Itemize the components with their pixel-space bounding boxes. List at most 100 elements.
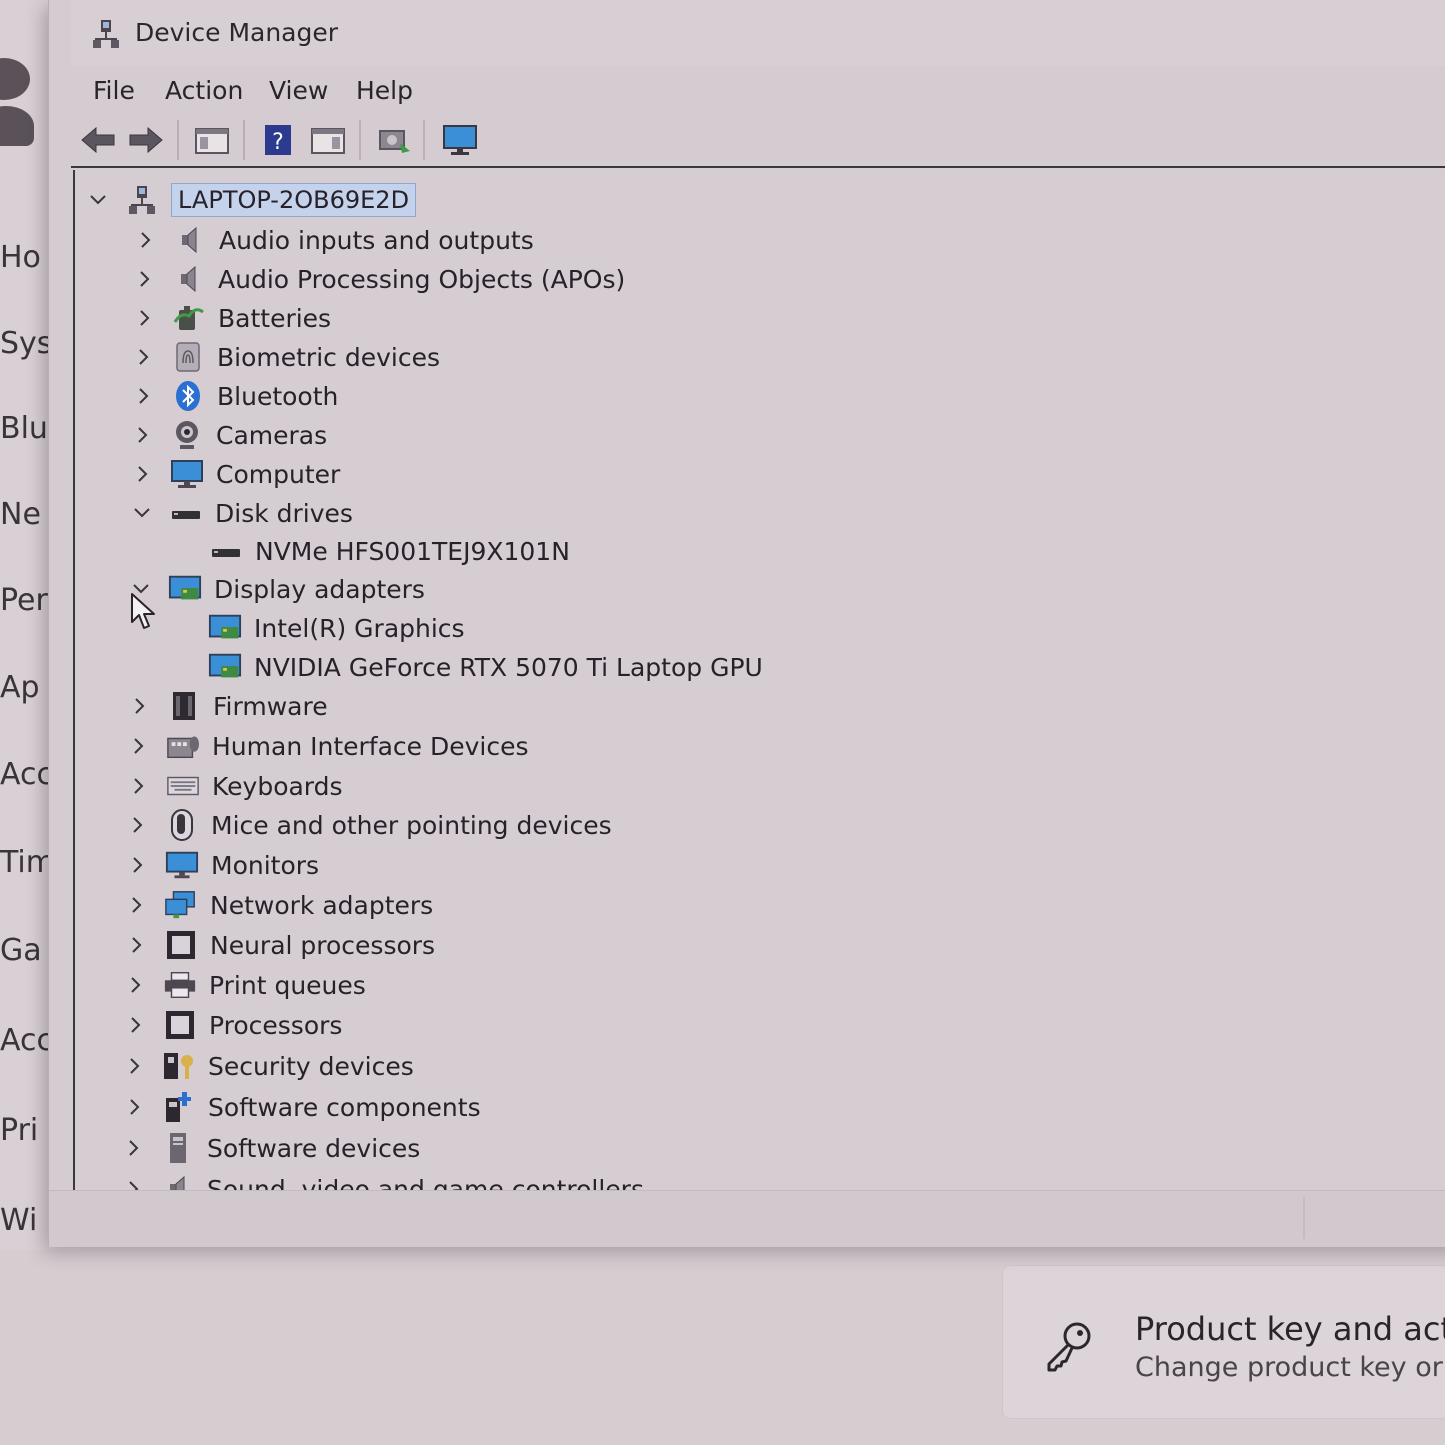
tree-category-label[interactable]: Display adapters [214,575,425,604]
tree-category[interactable]: Mice and other pointing devices [125,807,612,843]
chevron-right-icon[interactable] [126,733,152,759]
tree-device[interactable]: NVIDIA GeForce RTX 5070 Ti Laptop GPU [208,649,763,685]
settings-nav-item[interactable]: Wi [0,1203,37,1238]
chevron-right-icon[interactable] [121,1135,147,1161]
settings-nav-item[interactable]: Acc [0,757,53,792]
tree-device[interactable]: NVMe HFS001TEJ9X101N [209,533,570,569]
tree-device-label[interactable]: NVMe HFS001TEJ9X101N [255,537,570,566]
tree-category-label[interactable]: Neural processors [210,931,435,960]
tree-category-label[interactable]: Software components [208,1093,481,1122]
tree-category-label[interactable]: Disk drives [215,499,353,528]
chevron-right-icon[interactable] [122,1094,148,1120]
tree-category[interactable]: Neural processors [124,927,435,963]
chevron-right-icon[interactable] [124,932,150,958]
tree-category[interactable]: Network adapters [124,887,433,923]
tree-category-label[interactable]: Cameras [216,421,327,450]
tree-category[interactable]: Monitors [125,847,319,883]
chevron-right-icon[interactable] [121,1176,147,1190]
tree-category[interactable]: Software devices [121,1130,420,1166]
tree-category-label[interactable]: Audio Processing Objects (APOs) [218,265,625,294]
avatar[interactable] [0,58,36,146]
tree-device-label[interactable]: Intel(R) Graphics [254,614,465,643]
tree-category-label[interactable]: Sound, video and game controllers [207,1175,644,1191]
chevron-right-icon[interactable] [125,852,151,878]
tree-category-label[interactable]: Processors [209,1011,342,1040]
tree-category[interactable]: Print queues [123,967,366,1003]
tree-root-label[interactable]: LAPTOP-2OB69E2D [171,183,417,217]
settings-nav-item[interactable]: Ho [0,240,41,275]
menu-help[interactable]: Help [356,76,413,105]
monitor-button[interactable] [439,120,481,160]
chevron-right-icon[interactable] [127,693,153,719]
menu-file[interactable]: File [93,76,135,105]
tree-category-label[interactable]: Print queues [209,971,366,1000]
chevron-right-icon[interactable] [130,461,156,487]
chevron-right-icon[interactable] [125,812,151,838]
tree-category[interactable]: Firmware [127,688,328,724]
menu-action[interactable]: Action [165,76,243,105]
tree-category-label[interactable]: Network adapters [210,891,433,920]
tree-device[interactable]: Intel(R) Graphics [208,610,465,646]
tree-category[interactable]: Disk drives [129,495,353,531]
settings-nav-item[interactable]: Per [0,583,48,618]
tree-category[interactable]: Audio Processing Objects (APOs) [132,261,625,297]
tree-category[interactable]: Computer [130,456,340,492]
chevron-right-icon[interactable] [123,1012,149,1038]
tree-category[interactable]: Keyboards [126,768,343,804]
tree-category-label[interactable]: Biometric devices [217,343,440,372]
forward-button[interactable] [125,120,167,160]
properties-pane-button[interactable] [307,120,349,160]
chevron-right-icon[interactable] [130,422,156,448]
settings-nav-item[interactable]: Tim [0,845,55,880]
chevron-right-icon[interactable] [122,1053,148,1079]
tree-category[interactable]: Audio inputs and outputs [133,222,534,258]
settings-nav-item[interactable]: Blu [0,411,48,446]
tree-category-label[interactable]: Bluetooth [217,382,338,411]
settings-nav-item[interactable]: Acc [0,1023,53,1058]
chevron-right-icon[interactable] [124,892,150,918]
chevron-right-icon[interactable] [133,227,159,253]
tree-root[interactable]: LAPTOP-2OB69E2D [85,182,417,218]
back-button[interactable] [77,120,119,160]
tree-category-label[interactable]: Audio inputs and outputs [219,226,534,255]
chevron-right-icon[interactable] [123,972,149,998]
menu-view[interactable]: View [269,76,328,105]
tree-category[interactable]: Display adapters [128,571,425,607]
tree-category-label[interactable]: Monitors [211,851,319,880]
scan-hardware-button[interactable] [373,120,415,160]
settings-nav-item[interactable]: Ne [0,497,41,532]
chevron-right-icon[interactable] [131,344,157,370]
chevron-down-icon[interactable] [85,187,111,213]
tree-category[interactable]: Sound, video and game controllers [121,1171,644,1190]
device-tree[interactable]: LAPTOP-2OB69E2D Audio inputs and outputs… [73,170,1445,1190]
settings-nav-item[interactable]: Pri [0,1113,38,1148]
tree-category-label[interactable]: Keyboards [212,772,343,801]
tree-category-label[interactable]: Computer [216,460,340,489]
tree-category[interactable]: Cameras [130,417,327,453]
tree-category-label[interactable]: Security devices [208,1052,414,1081]
settings-nav-item[interactable]: Sys [0,326,52,361]
tree-category-label[interactable]: Human Interface Devices [212,732,529,761]
tree-device-label[interactable]: NVIDIA GeForce RTX 5070 Ti Laptop GPU [254,653,763,682]
settings-nav-item[interactable]: Ap [0,670,40,705]
title-bar[interactable]: Device Manager [71,0,1445,66]
chevron-right-icon[interactable] [126,773,152,799]
tree-category-label[interactable]: Mice and other pointing devices [211,811,612,840]
tree-category[interactable]: Biometric devices [131,339,440,375]
tree-category[interactable]: Human Interface Devices [126,728,529,764]
product-key-card[interactable]: Product key and activa Change product ke… [1002,1265,1445,1419]
tree-category-label[interactable]: Batteries [218,304,331,333]
tree-category[interactable]: Processors [123,1007,342,1043]
settings-nav-item[interactable]: Ga [0,933,42,968]
chevron-right-icon[interactable] [132,305,158,331]
tree-category[interactable]: Security devices [122,1048,414,1084]
tree-category[interactable]: Batteries [132,300,331,336]
show-hide-console-tree-button[interactable] [191,120,233,160]
chevron-right-icon[interactable] [132,266,158,292]
tree-category[interactable]: Software components [122,1089,481,1125]
tree-category[interactable]: Bluetooth [131,378,338,414]
chevron-down-icon[interactable] [129,500,155,526]
chevron-right-icon[interactable] [131,383,157,409]
tree-category-label[interactable]: Software devices [207,1134,420,1163]
tree-category-label[interactable]: Firmware [213,692,328,721]
